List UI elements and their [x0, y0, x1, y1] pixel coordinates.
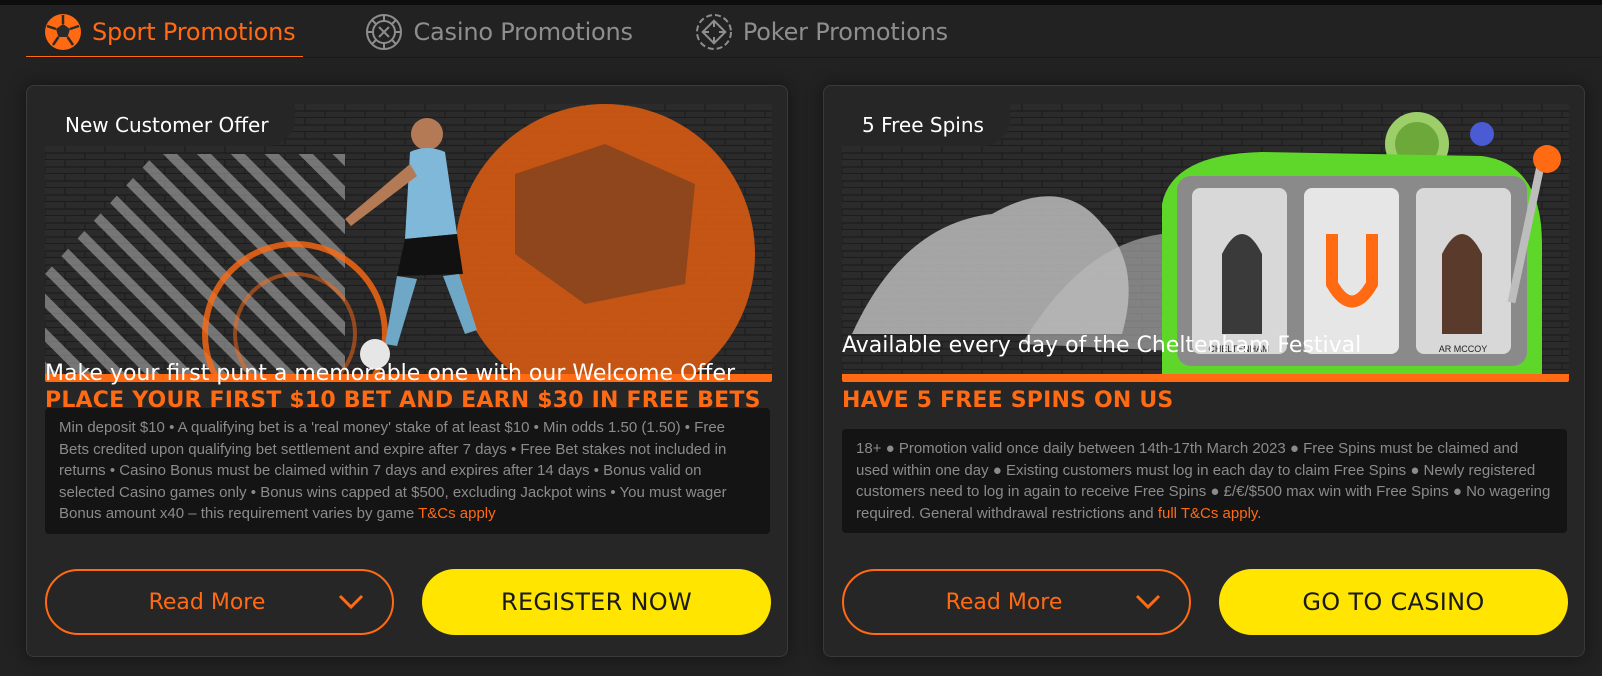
read-more-label: Read More [945, 589, 1063, 615]
chevron-down-icon [1135, 591, 1161, 616]
tab-poker-promotions[interactable]: Poker Promotions [677, 8, 948, 58]
terms-link[interactable]: full T&Cs apply. [1158, 505, 1262, 522]
tabs-divider [26, 57, 1602, 58]
promo-tabs: Sport Promotions Casino Promotions Poker… [26, 8, 992, 58]
terms-link[interactable]: T&Cs apply [418, 505, 496, 522]
soccer-ball-icon [44, 13, 82, 51]
promo-terms: Min deposit $10 • A qualifying bet is a … [45, 408, 770, 534]
tab-casino-promotions[interactable]: Casino Promotions [347, 8, 633, 58]
promo-badge: 5 Free Spins [842, 104, 1010, 146]
terms-text: Min deposit $10 • A qualifying bet is a … [59, 419, 727, 522]
promo-headline: HAVE 5 FREE SPINS ON US [842, 388, 1174, 413]
read-more-button[interactable]: Read More [842, 569, 1191, 635]
top-edge-bar [0, 0, 1602, 5]
read-more-button[interactable]: Read More [45, 569, 394, 635]
promo-card-sport: New Customer Offer PLACE YOUR FIRST $10 … [26, 85, 788, 657]
promo-subheadline: Available every day of the Cheltenham Fe… [842, 333, 1362, 358]
roulette-icon [365, 13, 403, 51]
tab-sport-promotions[interactable]: Sport Promotions [26, 8, 304, 58]
register-now-button[interactable]: REGISTER NOW [422, 569, 771, 635]
chevron-down-icon [338, 591, 364, 616]
read-more-label: Read More [148, 589, 266, 615]
tab-label: Poker Promotions [742, 18, 948, 46]
tab-label: Sport Promotions [92, 18, 296, 46]
go-to-casino-button[interactable]: GO TO CASINO [1219, 569, 1568, 635]
promo-card-casino: CHELTENHAM AR MCCOY 5 Free Spins HAVE 5 … [823, 85, 1585, 657]
promo-terms: 18+ ● Promotion valid once daily between… [842, 429, 1567, 533]
promo-banner-football: New Customer Offer [45, 104, 772, 382]
tab-label: Casino Promotions [413, 18, 633, 46]
promo-badge: New Customer Offer [45, 104, 295, 146]
poker-chip-icon [695, 13, 733, 51]
promo-subheadline: Make your first punt a memorable one wit… [45, 361, 736, 386]
